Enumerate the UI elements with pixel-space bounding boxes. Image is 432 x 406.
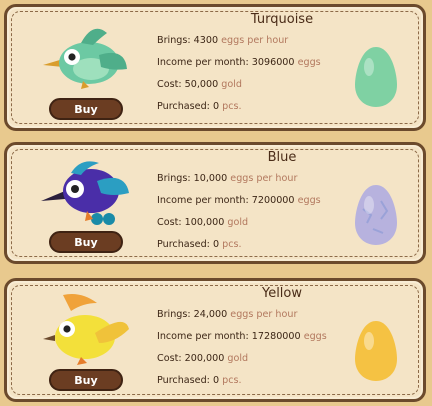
bird-card-blue: Buy Blue Brings: 10,000 eggs per hour In… xyxy=(4,142,426,264)
bird-stats: Brings: 4300 eggs per hour Income per mo… xyxy=(157,34,321,122)
buy-button-yellow[interactable]: Buy xyxy=(49,369,123,391)
stat-brings: Brings: 24,000 eggs per hour xyxy=(157,309,298,320)
yellow-egg-icon xyxy=(355,321,397,381)
bird-stats: Brings: 10,000 eggs per hour Income per … xyxy=(157,172,321,260)
stat-brings: Brings: 10,000 eggs per hour xyxy=(157,173,298,184)
stat-income: Income per month: 3096000 eggs xyxy=(157,57,321,68)
stat-cost: Cost: 200,000 gold xyxy=(157,353,249,364)
bird-name: Yellow xyxy=(261,286,303,301)
bird-name: Turquoise xyxy=(250,12,314,27)
bird-card-turquoise: Buy Turquoise Brings: 4300 eggs per hour… xyxy=(4,4,426,131)
bird-stats: Brings: 24,000 eggs per hour Income per … xyxy=(157,308,327,396)
buy-button-turquoise[interactable]: Buy xyxy=(49,98,123,120)
stat-income: Income per month: 17280000 eggs xyxy=(157,331,327,342)
stat-income: Income per month: 7200000 eggs xyxy=(157,195,321,206)
yellow-bird-icon xyxy=(43,294,129,365)
stat-cost: Cost: 100,000 gold xyxy=(157,217,249,228)
blue-bird-icon xyxy=(41,161,129,225)
stat-brings: Brings: 4300 eggs per hour xyxy=(157,35,289,46)
bird-shop: Buy Turquoise Brings: 4300 eggs per hour… xyxy=(0,0,432,406)
buy-button-blue[interactable]: Buy xyxy=(49,231,123,253)
bird-card-yellow: Buy Yellow Brings: 24,000 eggs per hour … xyxy=(4,278,426,402)
stat-purchased: Purchased: 0 pcs. xyxy=(157,239,242,250)
stat-cost: Cost: 50,000 gold xyxy=(157,79,242,90)
turquoise-bird-icon xyxy=(43,28,127,89)
bird-name: Blue xyxy=(267,150,297,165)
stat-purchased: Purchased: 0 pcs. xyxy=(157,101,242,112)
stat-purchased: Purchased: 0 pcs. xyxy=(157,375,242,386)
blue-egg-icon xyxy=(355,185,397,245)
turquoise-egg-icon xyxy=(355,47,397,107)
